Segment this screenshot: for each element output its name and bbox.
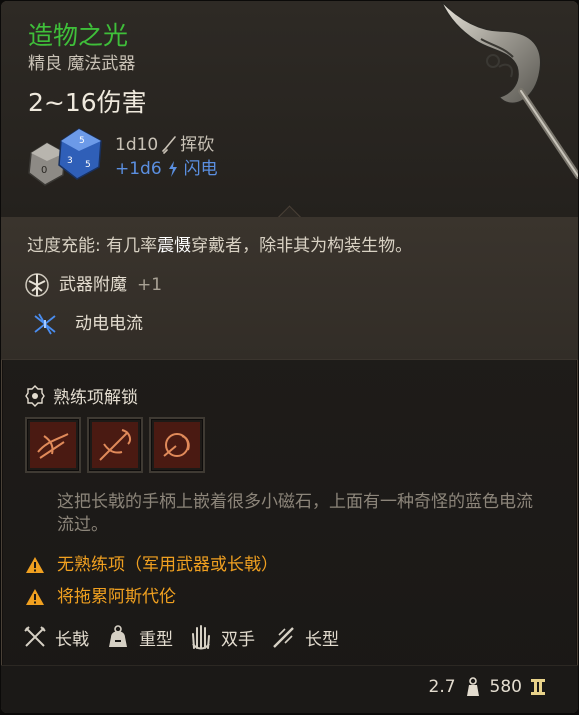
passive-text: 过度充能: 有几率 [27, 236, 158, 256]
svg-text:5: 5 [85, 160, 91, 170]
passive-text: 穿戴者，除非其为构装生物。 [191, 236, 413, 256]
enchantment-weapon[interactable]: 武器附魔 +1 [23, 271, 162, 299]
action-slot[interactable] [25, 417, 81, 473]
lightning-icon [168, 161, 177, 177]
damage-range: 2~16伤害 [28, 88, 147, 117]
lacerate-icon [92, 422, 138, 468]
warning-text: 将拖累阿斯代伦 [57, 587, 176, 607]
warning-icon [26, 589, 44, 605]
enchantment-spark[interactable]: 动电电流 [23, 310, 143, 338]
property-heavy[interactable]: 重型 [105, 625, 173, 650]
gold-coin-icon [531, 679, 545, 695]
svg-text:5: 5 [79, 136, 85, 146]
proficiency-title: 熟练项解锁 [53, 388, 138, 408]
halberd-artwork [440, 1, 578, 179]
warning-no-proficiency: 无熟练项（军用武器或长戟） [25, 554, 278, 576]
damage-type: 闪电 [183, 159, 218, 179]
passive-keyword[interactable]: 震慑 [157, 236, 191, 256]
passive-description: 过度充能: 有几率震慑穿戴者，除非其为构装生物。 [27, 234, 412, 258]
item-rarity-type: 精良 魔法武器 [28, 54, 136, 74]
enchantment-label: 动电电流 [75, 314, 143, 334]
section-divider-line [1, 359, 578, 360]
svg-text:0: 0 [41, 165, 47, 176]
proficiency-badge-icon [25, 384, 45, 407]
enchantment-label: 武器附魔 [59, 275, 127, 295]
weapon-properties: 长戟 重型 双手 长型 [23, 624, 355, 650]
slash-icon [162, 136, 177, 154]
spark-icon [34, 313, 56, 335]
item-tooltip: 造物之光 精良 魔法武器 2~16伤害 0 5 3 5 1d10 挥砍 +1d6… [1, 1, 578, 713]
pommel-strike-icon [154, 422, 200, 468]
halberd-icon [24, 626, 46, 647]
warning-icon [26, 557, 44, 573]
warning-encumbrance: 将拖累阿斯代伦 [25, 586, 176, 608]
item-price: 580 [489, 677, 522, 697]
svg-text:3: 3 [67, 156, 73, 166]
property-label: 长型 [305, 629, 339, 650]
weight-icon [466, 677, 479, 696]
proficiency-header: 熟练项解锁 [25, 383, 138, 408]
warning-text: 无熟练项（军用武器或长戟） [57, 555, 278, 575]
heavy-icon [109, 625, 127, 647]
property-label: 长戟 [55, 629, 89, 650]
damage-type: 挥砍 [180, 135, 215, 155]
property-label: 重型 [139, 629, 173, 650]
proficiency-actions [25, 417, 205, 473]
damage-line-lightning: +1d6 闪电 [115, 158, 218, 180]
two-handed-icon [192, 625, 210, 650]
damage-dice: +1d6 [115, 159, 162, 179]
item-flavor-text: 这把长戟的手柄上嵌着很多小磁石，上面有一种奇怪的蓝色电流流过。 [57, 492, 533, 535]
enchant-sword-icon [25, 273, 49, 297]
tiring-strike-icon [30, 422, 76, 468]
action-slot[interactable] [149, 417, 205, 473]
weight-price-row: 2.7 580 [429, 677, 547, 697]
dice-icon: 0 5 3 5 [28, 128, 102, 186]
damage-dice: 1d10 [115, 135, 159, 155]
enchantment-bonus: +1 [137, 275, 163, 295]
property-two-handed[interactable]: 双手 [189, 624, 255, 650]
damage-line-slashing: 1d10 挥砍 [115, 134, 214, 156]
action-slot[interactable] [87, 417, 143, 473]
property-halberd[interactable]: 长戟 [23, 625, 89, 650]
item-name: 造物之光 [28, 21, 129, 50]
reach-icon [273, 627, 294, 648]
item-weight: 2.7 [428, 677, 456, 697]
property-reach[interactable]: 长型 [271, 625, 339, 650]
property-label: 双手 [221, 629, 255, 650]
